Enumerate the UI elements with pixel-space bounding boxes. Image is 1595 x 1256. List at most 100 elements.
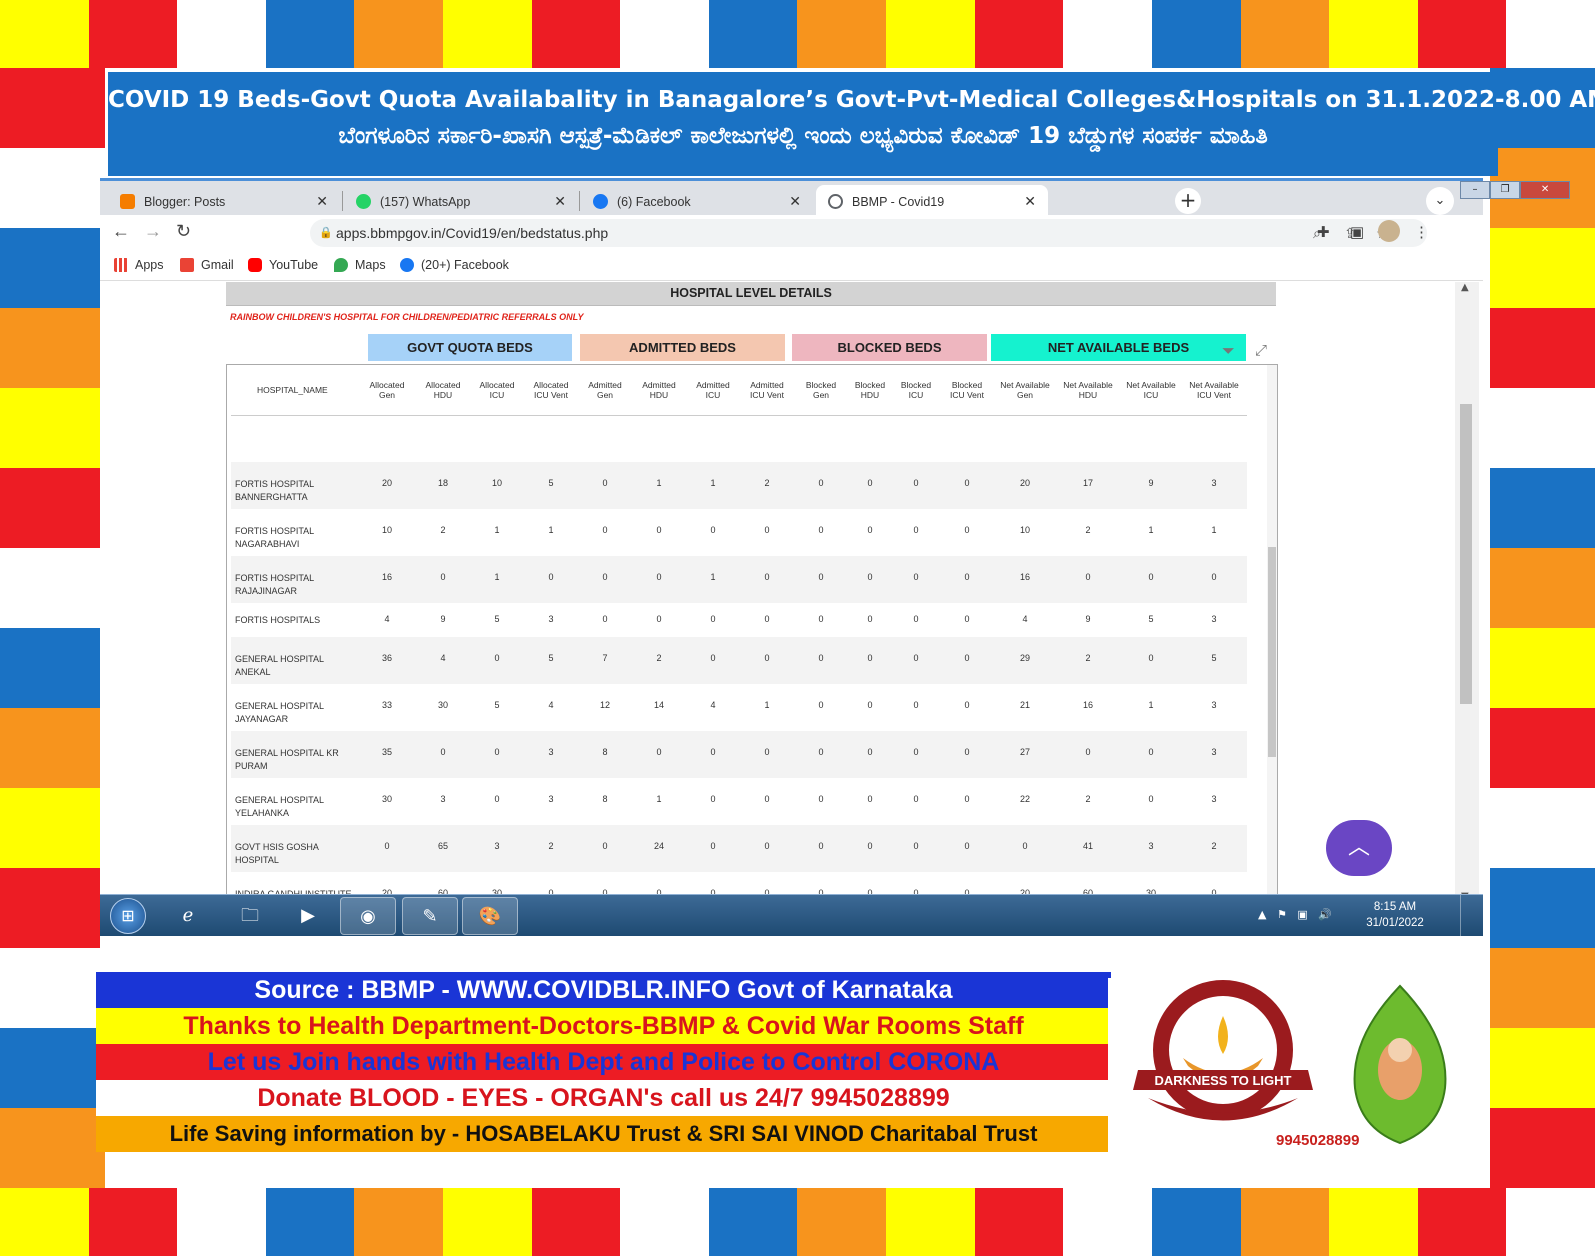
bed-count-cell: 2: [1085, 794, 1091, 804]
expand-icon[interactable]: ⤢: [1255, 341, 1267, 359]
column-header[interactable]: Blocked ICU Vent: [939, 365, 995, 416]
column-header[interactable]: Net Available ICU Vent: [1181, 365, 1247, 416]
minimize-button[interactable]: –: [1460, 181, 1491, 199]
bed-count-cell: 5: [1148, 614, 1154, 624]
menu-kebab-icon[interactable]: ⋮: [1414, 223, 1429, 241]
column-header[interactable]: Allocated HDU: [415, 365, 471, 416]
notepad-icon[interactable]: ✎: [402, 897, 458, 935]
bed-count-cell: 0: [867, 700, 873, 710]
window-close-button[interactable]: ✕: [1520, 181, 1570, 199]
globe-icon: [828, 194, 843, 209]
border-tile: [1063, 0, 1152, 68]
media-player-icon[interactable]: ▶: [280, 897, 336, 935]
paint-icon[interactable]: 🎨: [462, 897, 518, 935]
bookmark-maps[interactable]: Maps: [334, 258, 386, 272]
bed-count-cell: 3: [1181, 462, 1247, 509]
column-header[interactable]: Blocked ICU: [893, 365, 939, 416]
bed-count-cell: 1: [687, 556, 739, 603]
network-icon[interactable]: ▣: [1297, 908, 1307, 921]
tray-expand-icon[interactable]: ▲: [1258, 908, 1266, 921]
forward-icon[interactable]: →: [144, 221, 162, 242]
filter-icon[interactable]: ⏷: [1222, 341, 1235, 361]
bed-count-cell: 0: [631, 556, 687, 603]
column-header[interactable]: Admitted Gen: [579, 365, 631, 416]
start-button[interactable]: ⊞: [110, 898, 146, 934]
new-tab-button[interactable]: +: [1175, 188, 1201, 214]
file-explorer-icon[interactable]: 🗀: [222, 897, 278, 935]
border-tile: [0, 0, 89, 68]
border-tile: [1490, 388, 1595, 468]
bed-count-cell: 2: [631, 637, 687, 684]
page-scrollbar[interactable]: ▲ ▼: [1455, 282, 1479, 902]
bed-count-cell: 17: [1055, 462, 1121, 509]
action-center-flag-icon[interactable]: ⚑: [1277, 908, 1287, 921]
bed-count-cell: 0: [359, 825, 415, 872]
table-row: FORTIS HOSPITAL RAJAJINAGAR 16 0 1 0 0 0 1 0 0 0 0 0…: [231, 556, 1247, 603]
scroll-up-arrow-icon[interactable]: ▲: [1461, 282, 1469, 293]
tab-blogger[interactable]: Blogger: Posts ✕: [108, 185, 340, 218]
tab-facebook[interactable]: (6) Facebook ✕: [581, 185, 813, 218]
tab-bbmp-covid19[interactable]: BBMP - Covid19 ✕: [816, 185, 1048, 218]
border-tile: [443, 1188, 532, 1256]
system-tray: ▲ ⚑ ▣ 🔊: [1258, 908, 1332, 921]
tab-search-button[interactable]: ⌄: [1426, 187, 1454, 215]
column-header[interactable]: Net Available Gen: [995, 365, 1055, 416]
close-icon[interactable]: ✕: [316, 193, 328, 210]
bookmark-gmail[interactable]: Gmail: [180, 258, 234, 272]
column-header[interactable]: Blocked Gen: [795, 365, 847, 416]
column-header[interactable]: Net Available HDU: [1055, 365, 1121, 416]
reload-icon[interactable]: ↻: [176, 221, 191, 242]
extensions-icon[interactable]: ✚: [1317, 223, 1330, 241]
bed-count-cell: 33: [381, 700, 392, 710]
column-header[interactable]: Admitted ICU Vent: [739, 365, 795, 416]
decorative-border-right: [1490, 68, 1595, 1188]
back-icon[interactable]: ←: [112, 221, 130, 242]
scroll-to-top-button[interactable]: ︿: [1326, 820, 1392, 876]
bookmarks-bar: Apps Gmail YouTube Maps (20+) Facebook: [100, 251, 1483, 281]
url-omnibox[interactable]: 🔒 apps.bbmpgov.in/Covid19/en/bedstatus.p…: [310, 219, 1427, 247]
bed-count-cell: 0: [939, 825, 995, 872]
restore-button[interactable]: ❐: [1490, 181, 1521, 199]
column-header[interactable]: Net Available ICU: [1121, 365, 1181, 416]
chrome-icon[interactable]: ◉: [340, 897, 396, 935]
bed-count-cell: 0: [1148, 794, 1154, 804]
show-desktop-button[interactable]: [1460, 895, 1480, 937]
border-tile: [0, 548, 105, 628]
close-icon[interactable]: ✕: [1024, 193, 1036, 210]
column-header[interactable]: Admitted ICU: [687, 365, 739, 416]
volume-icon[interactable]: 🔊: [1318, 908, 1332, 921]
table-scrollbar[interactable]: [1267, 365, 1277, 902]
column-header[interactable]: HOSPITAL_NAME: [231, 365, 359, 416]
bookmark-youtube[interactable]: YouTube: [248, 258, 318, 272]
youtube-icon: [248, 258, 262, 272]
group-header-net-available: NET AVAILABLE BEDS: [991, 334, 1246, 361]
column-header[interactable]: Allocated ICU: [471, 365, 523, 416]
side-panel-icon[interactable]: ▣: [1350, 223, 1364, 241]
internet-explorer-icon[interactable]: ℯ: [160, 897, 216, 935]
bed-count-cell: 2: [1085, 525, 1091, 535]
bookmark-apps[interactable]: Apps: [114, 258, 164, 272]
bed-count-cell: 0: [764, 794, 770, 804]
column-header[interactable]: Allocated ICU Vent: [523, 365, 579, 416]
bed-count-cell: 5: [494, 614, 500, 624]
close-icon[interactable]: ✕: [554, 193, 566, 210]
border-tile: [886, 0, 975, 68]
bed-count-cell: 8: [579, 731, 631, 778]
taskbar-clock[interactable]: 8:15 AM 31/01/2022: [1360, 899, 1430, 931]
border-tile: [1151, 1188, 1241, 1256]
tab-strip: Blogger: Posts ✕ (157) WhatsApp ✕ (6) Fa…: [100, 178, 1570, 218]
lock-icon: 🔒: [319, 227, 333, 239]
bed-count-cell: 0: [818, 794, 824, 804]
column-header[interactable]: Blocked HDU: [847, 365, 893, 416]
column-header[interactable]: Admitted HDU: [631, 365, 687, 416]
avatar[interactable]: [1378, 220, 1400, 242]
border-tile: [443, 0, 532, 68]
border-tile: [797, 0, 887, 68]
close-icon[interactable]: ✕: [789, 193, 801, 210]
border-tile: [1240, 0, 1330, 68]
bed-count-cell: 65: [415, 825, 471, 872]
column-header[interactable]: Allocated Gen: [359, 365, 415, 416]
hospital-name-cell: GOVT HSIS GOSHA HOSPITAL: [231, 825, 359, 872]
tab-whatsapp[interactable]: (157) WhatsApp ✕: [344, 185, 578, 218]
bookmark-facebook[interactable]: (20+) Facebook: [400, 258, 509, 272]
